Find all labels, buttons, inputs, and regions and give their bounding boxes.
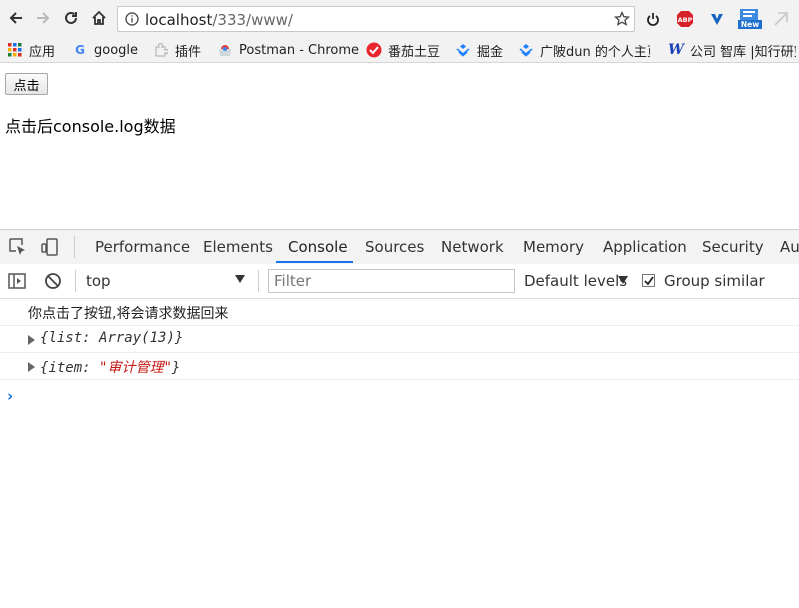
console-prompt-icon[interactable]: ›: [7, 387, 13, 405]
bookmark-company[interactable]: W 公司 智库 |知行研究: [668, 41, 796, 60]
bookmark-label: Postman - Chrome: [239, 42, 360, 58]
log-message: 你点击了按钮,将会请求数据回来: [28, 306, 229, 322]
levels-dropdown-icon[interactable]: [618, 276, 628, 284]
click-button[interactable]: 点击: [5, 73, 48, 95]
expand-triangle-icon[interactable]: [28, 362, 35, 372]
puzzle-icon: [153, 42, 169, 58]
group-similar-label: Group similar: [664, 272, 765, 290]
page-text: 点击后console.log数据: [5, 117, 176, 136]
juejin-icon: [455, 42, 471, 58]
brace-close: }: [174, 330, 184, 346]
bookmark-label: 应用: [29, 44, 56, 60]
console-output: 你点击了按钮,将会请求数据回来 {list: Array(13)} {item:…: [0, 299, 799, 405]
filter-input[interactable]: [268, 269, 515, 293]
page-content: 点击 点击后console.log数据: [0, 63, 799, 230]
w-logo-icon: W: [668, 42, 684, 58]
object-preview[interactable]: {item: "审计管理"}: [40, 357, 180, 377]
juejin-icon: [518, 42, 534, 58]
active-tab-indicator: [276, 261, 353, 263]
back-arrow-icon: [9, 12, 22, 24]
console-object-line[interactable]: {list: Array(13)}: [0, 326, 799, 353]
clear-console-icon[interactable]: [43, 271, 63, 291]
bookmarks-bar: 应用 G google 插件 Postman - Chrome 番茄土豆 掘金 …: [0, 38, 799, 63]
bookmark-label: 番茄土豆: [388, 44, 441, 60]
back-button[interactable]: [5, 7, 27, 29]
tab-elements[interactable]: Elements: [203, 230, 273, 263]
tab-audits[interactable]: Au: [780, 230, 799, 263]
brace-close: }: [171, 360, 181, 376]
log-levels-select[interactable]: Default levels: [524, 272, 627, 290]
console-object-line[interactable]: {item: "审计管理"}: [0, 353, 799, 380]
toolbar-divider: [74, 236, 75, 258]
tab-memory[interactable]: Memory: [523, 230, 584, 263]
bookmark-profile[interactable]: 广陂dun 的个人主页: [518, 41, 650, 60]
object-string-value: "审计管理": [99, 360, 172, 376]
bookmark-label: google: [94, 42, 139, 58]
bookmark-google[interactable]: G google: [72, 41, 138, 59]
bookmark-label: 广陂dun 的个人主页: [540, 44, 650, 60]
chrome-webstore-icon: [217, 42, 233, 58]
bookmark-label: 公司 智库 |知行研究: [690, 44, 796, 60]
info-icon: [125, 12, 139, 26]
svg-text:New: New: [741, 20, 759, 29]
tab-sources[interactable]: Sources: [365, 230, 424, 263]
faded-extension-icon[interactable]: [771, 9, 791, 29]
svg-text:ABP: ABP: [678, 16, 693, 24]
tomato-icon: [366, 42, 382, 58]
object-key: list: [48, 330, 83, 346]
power-extension-icon[interactable]: [643, 9, 663, 29]
star-bookmark-icon: [614, 11, 630, 26]
v-extension-icon[interactable]: [707, 9, 727, 29]
bookmark-label: 掘金: [477, 44, 504, 60]
bookmark-postman[interactable]: Postman - Chrome: [217, 41, 359, 59]
inspect-element-icon[interactable]: [8, 237, 28, 257]
tab-performance[interactable]: Performance: [95, 230, 190, 263]
object-value: Array(13): [99, 330, 175, 346]
tab-network[interactable]: Network: [441, 230, 504, 263]
forward-arrow-icon: [37, 12, 50, 24]
tab-console[interactable]: Console: [288, 230, 348, 263]
colon: :: [82, 330, 100, 346]
home-button[interactable]: [88, 7, 110, 29]
browser-toolbar: localhost/333/www/ ABP New: [0, 0, 799, 38]
bookmark-plugins[interactable]: 插件: [153, 41, 202, 60]
apps-grid-icon: [7, 42, 23, 58]
tab-application[interactable]: Application: [603, 230, 687, 263]
home-icon: [92, 10, 106, 25]
filter-divider: [258, 270, 259, 292]
url-text: localhost/333/www/: [145, 11, 293, 29]
bookmark-tomato[interactable]: 番茄土豆: [366, 41, 441, 60]
checkmark-icon: [643, 275, 654, 285]
bookmark-juejin[interactable]: 掘金: [455, 41, 504, 60]
expand-triangle-icon[interactable]: [28, 335, 35, 345]
colon: :: [82, 360, 100, 376]
reload-icon: [65, 11, 77, 24]
group-similar-checkbox[interactable]: [642, 274, 655, 287]
bookmark-label: 插件: [175, 44, 202, 60]
new-extension-icon[interactable]: New: [738, 9, 762, 29]
adblock-plus-icon[interactable]: ABP: [675, 9, 695, 29]
filter-divider: [75, 270, 76, 292]
url-path: /333/www/: [212, 11, 293, 29]
url-host: localhost: [145, 11, 213, 29]
context-select[interactable]: top: [86, 272, 111, 290]
google-icon: G: [75, 43, 85, 57]
devtools-panel: Performance Elements Console Sources Net…: [0, 229, 799, 608]
reload-button[interactable]: [60, 7, 82, 29]
console-log-line: 你点击了按钮,将会请求数据回来: [0, 299, 799, 326]
bookmark-apps[interactable]: 应用: [7, 41, 56, 60]
context-dropdown-icon[interactable]: [235, 275, 245, 283]
show-sidebar-icon[interactable]: [7, 271, 27, 291]
devtools-tab-bar: Performance Elements Console Sources Net…: [0, 230, 799, 265]
address-bar[interactable]: localhost/333/www/: [117, 6, 635, 32]
forward-button[interactable]: [32, 7, 54, 29]
console-filter-bar: top Default levels Group similar: [0, 264, 799, 299]
tab-security[interactable]: Security: [702, 230, 764, 263]
device-toolbar-icon[interactable]: [40, 237, 60, 257]
object-preview[interactable]: {list: Array(13)}: [40, 330, 183, 346]
object-key: item: [48, 360, 83, 376]
